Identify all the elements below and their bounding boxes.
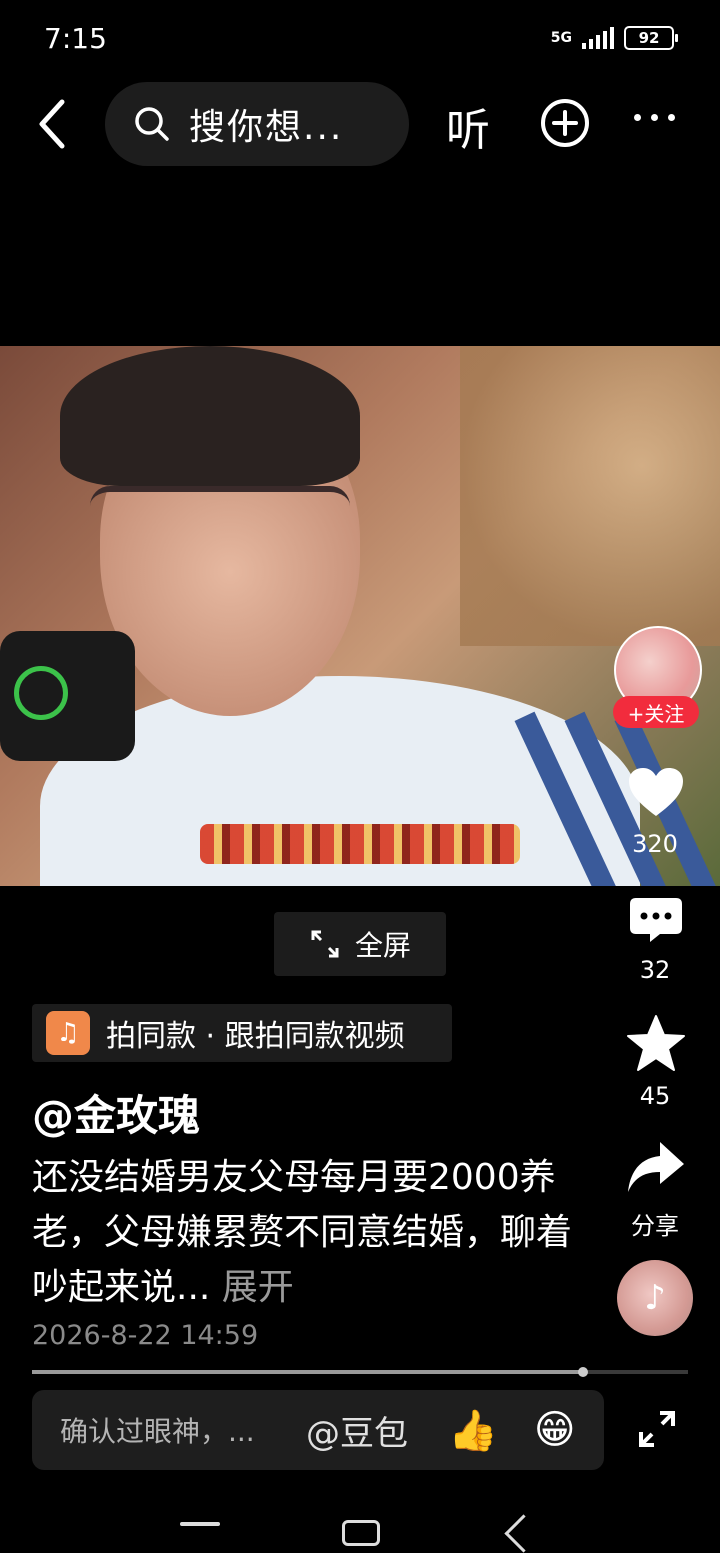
video-player[interactable] <box>0 346 720 886</box>
battery-level: 92 <box>638 29 660 47</box>
signal-icon <box>582 27 614 49</box>
like-count: 320 <box>632 830 678 858</box>
comment-icon <box>630 898 682 942</box>
nav-home-button[interactable] <box>342 1520 380 1546</box>
follow-button[interactable]: +关注 <box>613 696 699 728</box>
chevron-left-icon <box>39 99 65 149</box>
music-note-icon: ♪ <box>644 1278 666 1318</box>
expand-button[interactable] <box>638 1410 676 1448</box>
status-icons: 5G 92 <box>550 26 678 50</box>
status-time: 7:15 <box>44 22 107 55</box>
battery-icon: 92 <box>624 26 678 50</box>
same-style-label: 拍同款 · 跟拍同款视频 <box>106 1019 405 1054</box>
fullscreen-label: 全屏 <box>354 929 411 962</box>
heart-icon <box>629 768 683 816</box>
dot-icon <box>668 114 675 121</box>
video-progress-bar[interactable] <box>32 1367 688 1377</box>
expand-arrows-icon <box>311 930 339 958</box>
dot-icon <box>634 114 641 121</box>
comment-input[interactable]: 确认过眼神，... @豆包 👍 😁 <box>32 1390 604 1470</box>
mention-button[interactable]: @豆包 <box>306 1406 408 1455</box>
search-placeholder: 搜你想... <box>189 107 344 148</box>
grin-emoji-button[interactable]: 😁 <box>534 1407 576 1453</box>
share-arrow-icon <box>628 1142 684 1192</box>
post-date: 2026-8-22 14:59 <box>32 1320 259 1351</box>
video-background <box>460 346 720 646</box>
like-button[interactable] <box>627 766 685 818</box>
plus-circle-icon <box>541 99 589 147</box>
video-glasses <box>90 486 350 552</box>
music-disc[interactable]: ♪ <box>617 1260 693 1336</box>
back-button[interactable] <box>30 96 80 152</box>
share-label: 分享 <box>631 1212 679 1240</box>
add-button[interactable] <box>539 97 591 149</box>
favorite-count: 45 <box>639 1082 671 1110</box>
comment-placeholder: 确认过眼神，... <box>60 1415 255 1448</box>
mic-logo-icon <box>14 666 68 720</box>
fullscreen-button[interactable]: 全屏 <box>274 912 446 976</box>
music-note-icon: ♫ <box>46 1011 90 1055</box>
network-type: 5G <box>550 30 572 46</box>
share-button[interactable] <box>626 1140 686 1194</box>
search-input[interactable]: 搜你想... <box>105 82 409 166</box>
video-hair <box>60 346 360 486</box>
expand-link[interactable]: 展开 <box>222 1267 294 1308</box>
comment-count: 32 <box>639 956 671 984</box>
author-name[interactable]: @金玫瑰 <box>32 1082 200 1143</box>
expand-icon <box>639 1411 675 1447</box>
listen-button[interactable]: 听 <box>446 94 490 158</box>
post-description: 还没结婚男友父母每月要2000养老，父母嫌累赘不同意结婚，聊着吵起来说... 展… <box>32 1150 572 1315</box>
progress-knob[interactable] <box>578 1367 589 1377</box>
comment-button[interactable] <box>628 896 684 944</box>
star-icon <box>627 1015 685 1071</box>
video-subtitle <box>200 824 520 864</box>
dot-icon <box>651 114 658 121</box>
thumbs-up-emoji-button[interactable]: 👍 <box>448 1407 498 1454</box>
search-icon <box>135 107 169 141</box>
description-text: 还没结婚男友父母每月要2000养老，父母嫌累赘不同意结婚，聊着吵起来说... <box>32 1157 573 1308</box>
favorite-button[interactable] <box>626 1014 686 1072</box>
more-options-button[interactable] <box>634 114 675 121</box>
same-style-banner[interactable]: ♫ 拍同款 · 跟拍同款视频 <box>32 1004 452 1062</box>
progress-fill <box>32 1370 584 1374</box>
nav-menu-button[interactable] <box>180 1522 220 1526</box>
